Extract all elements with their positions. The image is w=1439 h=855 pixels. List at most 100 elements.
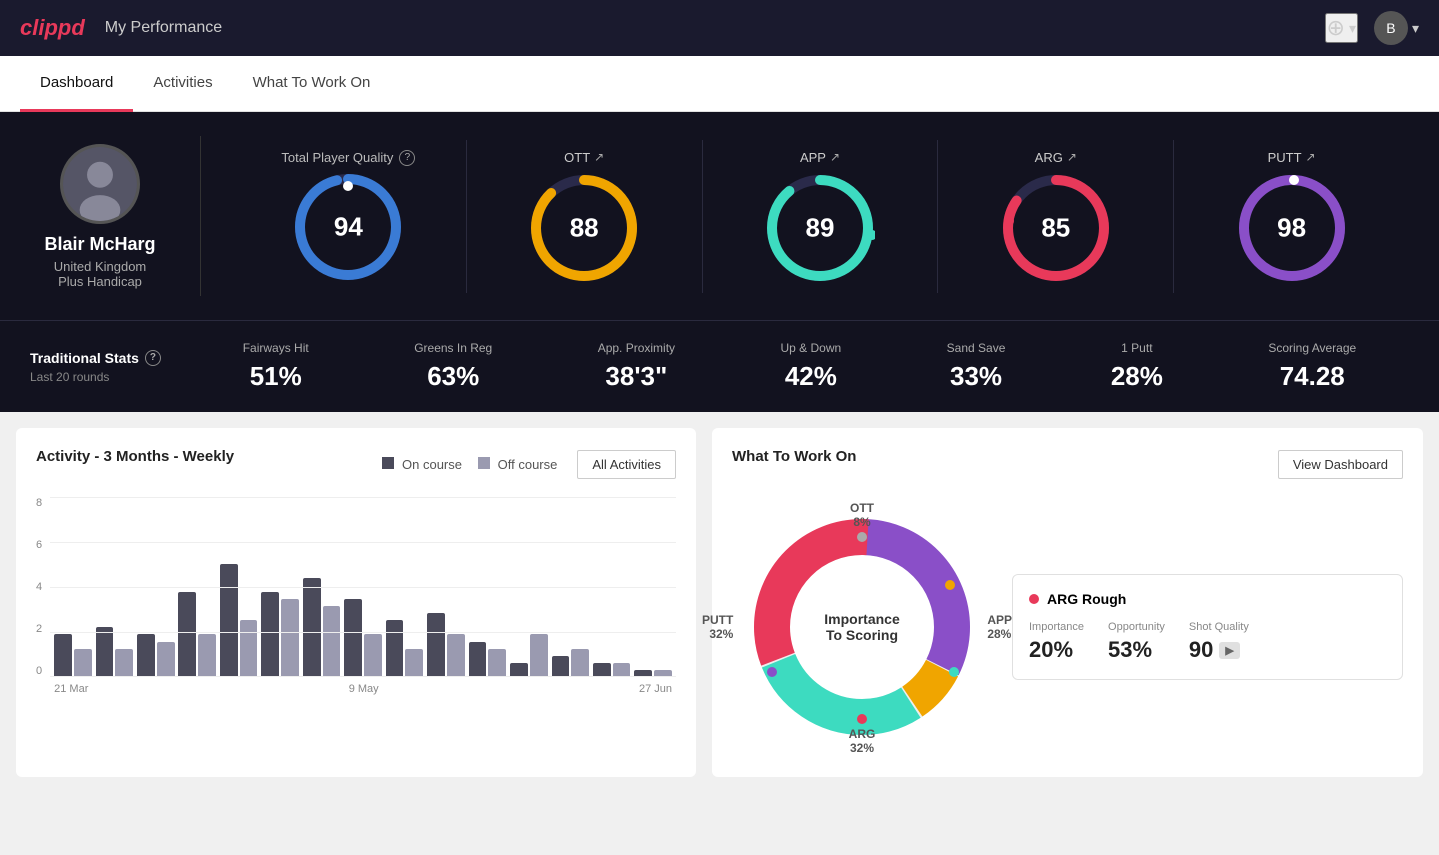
player-name: Blair McHarg (44, 234, 155, 255)
y-label-2: 2 (36, 623, 42, 635)
gauge-total-quality: Total Player Quality ? 94 (231, 140, 467, 293)
gauge-app: APP ↗ 89 (703, 140, 939, 293)
activity-controls: On course Off course All Activities (382, 450, 676, 479)
stat-scoring-value: 74.28 (1268, 361, 1356, 392)
question-icon[interactable]: ? (399, 150, 415, 166)
donut-label-line2: To Scoring (824, 627, 899, 643)
stat-scoring-average: Scoring Average 74.28 (1268, 341, 1356, 392)
add-chevron-icon: ▾ (1349, 20, 1356, 37)
hero-inner: Blair McHarg United Kingdom Plus Handica… (30, 136, 1409, 296)
x-label-jun: 27 Jun (639, 683, 672, 695)
grid-line-0 (50, 676, 676, 677)
wtwo-body: Importance To Scoring OTT 8% APP 28% ARG… (732, 497, 1403, 757)
trad-label-title: Traditional Stats ? (30, 350, 190, 366)
stat-greens-value: 63% (414, 361, 492, 392)
stat-app-label: App. Proximity (598, 341, 675, 355)
activity-chart-title: Activity - 3 Months - Weekly (36, 448, 234, 465)
view-dashboard-button[interactable]: View Dashboard (1278, 450, 1403, 479)
tab-what-to-work-on[interactable]: What To Work On (233, 56, 391, 112)
info-dot (1029, 594, 1039, 604)
shot-quality-label: Shot Quality (1189, 621, 1249, 633)
x-label-may: 9 May (349, 683, 379, 695)
app-segment-label: APP 28% (987, 613, 1012, 641)
traditional-stats-section: Traditional Stats ? Last 20 rounds Fairw… (0, 320, 1439, 412)
info-card-title: ARG Rough (1029, 591, 1386, 607)
player-info: Blair McHarg United Kingdom Plus Handica… (30, 144, 170, 289)
activity-chart-card: Activity - 3 Months - Weekly On course O… (16, 428, 696, 777)
arg-value: 85 (1041, 212, 1070, 243)
off-course-dot (478, 457, 490, 469)
importance-metric: Importance 20% (1029, 621, 1084, 663)
info-card-area: ARG Rough Importance 20% Opportunity 53%… (1012, 574, 1403, 680)
tpq-label: Total Player Quality ? (281, 150, 415, 166)
avatar: B (1374, 11, 1408, 45)
all-activities-button[interactable]: All Activities (577, 450, 676, 479)
user-avatar-button[interactable]: B ▾ (1374, 11, 1419, 45)
gauge-arg-circle: 85 (1001, 173, 1111, 283)
stat-updown-value: 42% (781, 361, 842, 392)
donut-chart-area: Importance To Scoring OTT 8% APP 28% ARG… (732, 497, 992, 757)
stat-app-value: 38'3" (598, 361, 675, 392)
add-button[interactable]: ⊕ ▾ (1325, 13, 1358, 43)
putt-label: PUTT ↗ (1268, 150, 1316, 165)
x-axis-labels: 21 Mar 9 May 27 Jun (50, 683, 676, 695)
shot-quality-metric: Shot Quality 90 ▶ (1189, 621, 1249, 663)
gauge-putt-circle: 98 (1237, 173, 1347, 283)
app-label: APP ↗ (800, 150, 840, 165)
grid-line-6 (50, 542, 676, 543)
off-course-legend: Off course (478, 457, 557, 472)
trad-stats-items: Fairways Hit 51% Greens In Reg 63% App. … (190, 341, 1409, 392)
gauge-app-circle: 89 (765, 173, 875, 283)
stat-oneputt-value: 28% (1111, 361, 1163, 392)
y-label-4: 4 (36, 581, 42, 593)
activity-legend: On course Off course (382, 457, 557, 472)
putt-trend-icon: ↗ (1306, 150, 1316, 164)
header-left: clippd My Performance (20, 15, 222, 41)
stat-scoring-label: Scoring Average (1268, 341, 1356, 355)
grid-line-4 (50, 587, 676, 588)
shot-quality-tag: ▶ (1219, 642, 1239, 659)
app-trend-icon: ↗ (830, 150, 840, 164)
donut-label-line1: Importance (824, 611, 899, 627)
wtwo-header: What To Work On View Dashboard (732, 448, 1403, 481)
on-course-legend: On course (382, 457, 462, 472)
gauges-container: Total Player Quality ? 94 OTT ↗ (231, 140, 1409, 293)
grid-line-8 (50, 497, 676, 498)
gauge-ott: OTT ↗ 88 (467, 140, 703, 293)
tab-activities[interactable]: Activities (133, 56, 232, 112)
hero-section: Blair McHarg United Kingdom Plus Handica… (0, 112, 1439, 320)
chart-area: 21 Mar 9 May 27 Jun (50, 497, 676, 697)
chart-with-yaxis: 8 6 4 2 0 21 Mar (36, 497, 676, 697)
stat-fairways-hit-value: 51% (243, 361, 309, 392)
stat-sand-value: 33% (947, 361, 1006, 392)
stat-up-and-down: Up & Down 42% (781, 341, 842, 392)
stat-one-putt: 1 Putt 28% (1111, 341, 1163, 392)
stat-updown-label: Up & Down (781, 341, 842, 355)
stat-oneputt-label: 1 Putt (1111, 341, 1163, 355)
arg-rough-info-card: ARG Rough Importance 20% Opportunity 53%… (1012, 574, 1403, 680)
tab-dashboard[interactable]: Dashboard (20, 56, 133, 112)
header-title: My Performance (105, 19, 222, 37)
arg-segment-label: ARG 32% (849, 727, 876, 755)
grid-line-2 (50, 632, 676, 633)
on-course-dot (382, 457, 394, 469)
stat-fairways-hit: Fairways Hit 51% (243, 341, 309, 392)
activity-header: Activity - 3 Months - Weekly On course O… (36, 448, 676, 481)
gauge-ott-circle: 88 (529, 173, 639, 283)
stat-sand-label: Sand Save (947, 341, 1006, 355)
player-avatar (60, 144, 140, 224)
shot-quality-value: 90 ▶ (1189, 637, 1249, 663)
ott-value: 88 (570, 212, 599, 243)
stat-fairways-hit-label: Fairways Hit (243, 341, 309, 355)
gauge-putt: PUTT ↗ 98 (1174, 140, 1409, 293)
wtwo-title: What To Work On (732, 448, 856, 465)
grid-lines (50, 497, 676, 677)
ott-trend-icon: ↗ (594, 150, 604, 164)
donut-center-label: Importance To Scoring (824, 611, 899, 643)
y-axis: 8 6 4 2 0 (36, 497, 42, 697)
y-label-8: 8 (36, 497, 42, 509)
ott-segment-label: OTT 8% (850, 501, 874, 529)
trad-question-icon[interactable]: ? (145, 350, 161, 366)
y-label-0: 0 (36, 665, 42, 677)
arg-label: ARG ↗ (1035, 150, 1077, 165)
